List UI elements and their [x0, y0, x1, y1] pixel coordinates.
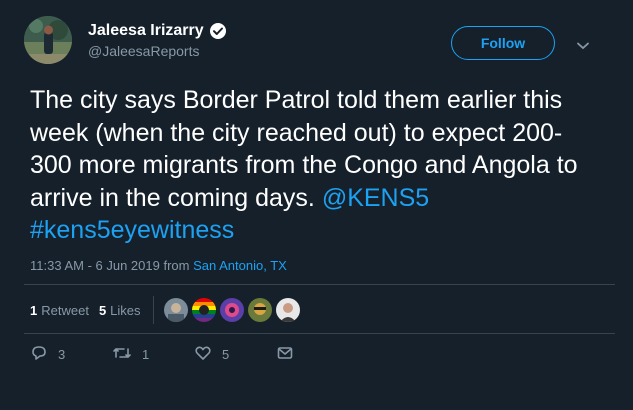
author-name[interactable]: Jaleesa Irizarry [88, 22, 204, 40]
tweet-actions: 3 1 5 [30, 344, 358, 365]
likes-count: 5 [98, 302, 107, 318]
tweet-text: The city says Border Patrol told them ea… [30, 84, 590, 247]
retweets-label: Retweet [41, 302, 89, 318]
divider-bottom [24, 333, 615, 334]
envelope-icon [276, 344, 304, 365]
like-button[interactable]: 5 [194, 344, 276, 365]
likes-stat[interactable]: 5 Likes [99, 303, 141, 318]
verified-badge-icon [209, 22, 227, 40]
tweet-stats: 1 Retweet 5 Likes [30, 294, 300, 326]
retweet-button[interactable]: 1 [112, 344, 194, 365]
tweet-header: Jaleesa Irizarry @JaleesaReports Follow [24, 16, 613, 72]
liker-avatar[interactable] [191, 298, 216, 322]
liker-avatar[interactable] [275, 298, 300, 322]
author-info: Jaleesa Irizarry @JaleesaReports [88, 22, 227, 59]
location-link[interactable]: San Antonio, TX [193, 258, 287, 273]
reply-button[interactable]: 3 [30, 344, 112, 365]
divider-top [24, 284, 615, 285]
tweet-body: The city says Border Patrol told them ea… [30, 86, 578, 212]
author-handle[interactable]: @JaleesaReports [88, 43, 227, 59]
tweet-card: Jaleesa Irizarry @JaleesaReports Follow … [0, 0, 633, 410]
retweets-stat[interactable]: 1 Retweet [30, 303, 89, 318]
reply-count: 3 [58, 347, 66, 362]
tweet-timestamp[interactable]: 11:33 AM - 6 Jun 2019 [30, 258, 160, 273]
from-label: from [163, 258, 190, 273]
author-avatar[interactable] [24, 16, 72, 64]
direct-message-button[interactable] [276, 344, 358, 365]
heart-icon [194, 344, 222, 365]
chevron-down-icon[interactable] [576, 38, 590, 50]
liker-avatars [163, 298, 300, 322]
liker-avatar[interactable] [219, 298, 244, 322]
liker-avatar[interactable] [163, 298, 188, 322]
follow-button[interactable]: Follow [451, 26, 555, 60]
likes-label: Likes [110, 302, 141, 318]
liker-avatar[interactable] [247, 298, 272, 322]
retweet-icon [112, 344, 142, 365]
reply-icon [30, 344, 58, 365]
mention-link[interactable]: @KENS5 [322, 184, 429, 212]
stats-separator [152, 296, 154, 324]
retweets-count: 1 [30, 302, 38, 318]
retweet-count: 1 [142, 347, 150, 362]
hashtag-link[interactable]: #kens5eyewitness [30, 216, 234, 244]
tweet-meta: 11:33 AM - 6 Jun 2019 from San Antonio, … [30, 258, 287, 273]
like-count: 5 [222, 347, 230, 362]
